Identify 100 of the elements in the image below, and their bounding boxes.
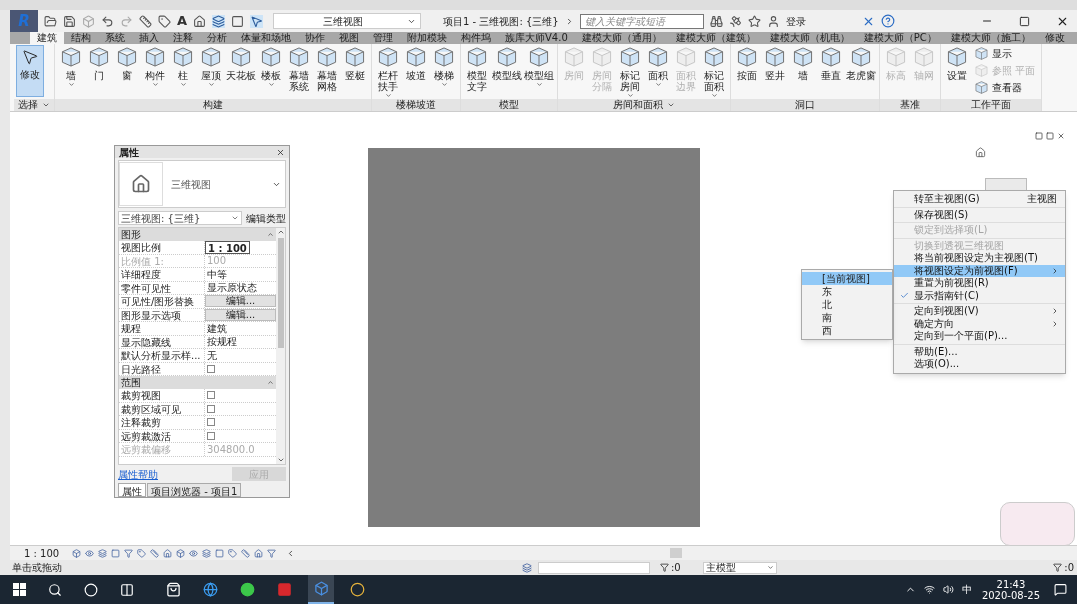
menu-item[interactable]: 西 [802,324,892,337]
view-control-icon[interactable] [254,548,263,558]
view-selector[interactable]: 三维视图 [273,13,422,29]
scroll-down-icon[interactable] [276,456,285,464]
filter-icon[interactable] [1053,563,1063,572]
model-selector[interactable]: 主模型 [703,561,777,574]
view-control-icon[interactable] [228,548,237,558]
ribbon-tab[interactable]: 建模大师（PC） [856,32,944,44]
ruler-icon[interactable] [139,14,152,28]
scale-label[interactable]: 1 : 100 [24,545,68,561]
ribbon-tab[interactable]: 附加模块 [400,32,454,44]
ribbon-tab[interactable]: 族库大师V4.0 [498,32,575,44]
panel-title[interactable]: 楼梯坡道 [372,99,460,111]
menu-item[interactable]: 定向到一个平面(P)... [894,330,1065,343]
layers-icon[interactable] [212,14,226,28]
ribbon-tool[interactable]: 模型线 [491,45,523,97]
section-header[interactable]: 范围 [119,376,276,389]
undo-icon[interactable] [101,14,114,28]
ribbon-tab[interactable]: 协作 [298,32,332,44]
ribbon-tool[interactable]: 构件 [141,45,169,97]
view-control-icon[interactable] [202,548,211,558]
ribbon-tool[interactable]: 显示 [971,45,1040,62]
ribbon-tool[interactable]: 设置 [943,45,971,97]
user-icon[interactable] [766,14,780,28]
ribbon-tool[interactable]: 幕墙系统 [285,45,313,97]
workset-field[interactable] [538,561,650,574]
tag-icon[interactable] [158,14,171,28]
menu-item[interactable]: 转至主视图(G) 主视图 [894,193,1065,206]
star-icon[interactable] [747,14,761,28]
binoculars-icon[interactable] [709,14,723,28]
view-control-icon[interactable] [267,548,276,558]
ribbon-tab[interactable]: 建模大师（施工） [943,32,1038,44]
panel-title[interactable]: 洞口 [731,99,879,111]
panel-title[interactable]: 模型 [461,99,557,111]
ribbon-tool[interactable]: 标记面积 [700,45,728,97]
view-control-icon[interactable] [124,548,133,558]
panel-title[interactable]: 构建 [55,99,371,111]
ribbon-tab[interactable]: 注释 [166,32,200,44]
ribbon-tool[interactable]: 门 [85,45,113,97]
ribbon-tool[interactable]: 柱 [169,45,197,97]
panel-title[interactable]: 房间和面积 [558,99,730,111]
task-view-icon[interactable] [120,582,134,597]
text-tool[interactable]: A [177,11,188,31]
checkbox[interactable] [207,404,215,413]
house-icon[interactable] [193,14,207,28]
edit-type-button[interactable]: 编辑类型 [246,210,286,226]
section-header[interactable]: 图形 [119,228,276,241]
scroll-left-icon[interactable] [286,548,295,558]
ribbon-tool[interactable]: 老虎窗 [845,45,877,97]
scrollbar-thumb[interactable] [670,548,682,558]
ribbon-tab[interactable]: 建模大师（建筑） [668,32,763,44]
ribbon-tool[interactable]: 坡道 [402,45,430,97]
menu-item[interactable]: 将视图设定为前视图(F) [894,264,1065,277]
ribbon-tool[interactable]: 修改 [16,45,44,97]
ribbon-tool[interactable]: 标记房间 [616,45,644,97]
search-icon[interactable] [48,582,62,597]
bag-icon[interactable] [166,582,181,597]
ribbon-tab[interactable]: 建筑 [30,32,64,44]
volume-icon[interactable] [942,584,954,595]
checkbox[interactable] [207,391,215,400]
wifi-icon[interactable] [923,584,935,595]
globe-icon[interactable] [203,582,218,597]
save-icon[interactable] [63,14,76,28]
palette-tab[interactable]: 属性 [118,483,146,497]
checkbox[interactable] [207,364,215,373]
panel-title[interactable]: 选择 [14,99,54,111]
ribbon-tab[interactable]: 体量和场地 [234,32,298,44]
checkbox[interactable] [207,431,215,440]
ribbon-tool[interactable]: 垂直 [817,45,845,97]
circle-icon[interactable] [350,582,365,597]
close-icon[interactable] [276,147,285,157]
ribbon-tool[interactable]: 幕墙网格 [313,45,341,97]
circle-icon[interactable] [240,582,255,597]
ime-indicator[interactable]: 中 [961,582,972,597]
notification-icon[interactable] [1054,583,1067,596]
panel-title[interactable]: 基准 [880,99,940,111]
view-control-icon[interactable] [176,548,185,558]
home-icon[interactable] [975,147,986,158]
ribbon-tool[interactable]: 模型文字 [463,45,491,97]
panel-title[interactable]: 工作平面 [941,99,1042,111]
view-control-icon[interactable] [163,548,172,558]
ribbon-tool[interactable]: 墙 [789,45,817,97]
help-link[interactable]: 属性帮助 [118,466,158,482]
ribbon-tab[interactable]: 视图 [332,32,366,44]
menu-item[interactable]: 北 [802,298,892,311]
ribbon-tab[interactable]: 建模大师（通用） [574,32,669,44]
view-control-icon[interactable] [85,548,94,558]
menu-item[interactable]: 将当前视图设定为主视图(T) [894,252,1065,265]
pointer-icon[interactable] [250,14,264,28]
app-icon[interactable] [277,582,292,597]
menu-item[interactable]: 显示指南针(C) [894,289,1065,302]
search-field[interactable]: 键入关键字或短语 [579,13,704,29]
ribbon-tab[interactable]: 系统 [98,32,132,44]
menu-item[interactable]: 选项(O)... [894,358,1065,371]
view-control-icon[interactable] [150,548,159,558]
menu-item[interactable]: [当前视图] [802,272,892,285]
ribbon-tool[interactable]: 窗 [113,45,141,97]
menu-item[interactable]: 重置为前视图(R) [894,277,1065,290]
menu-item[interactable]: 定向到视图(V) [894,305,1065,318]
type-selector[interactable]: 三维视图 [118,160,286,208]
